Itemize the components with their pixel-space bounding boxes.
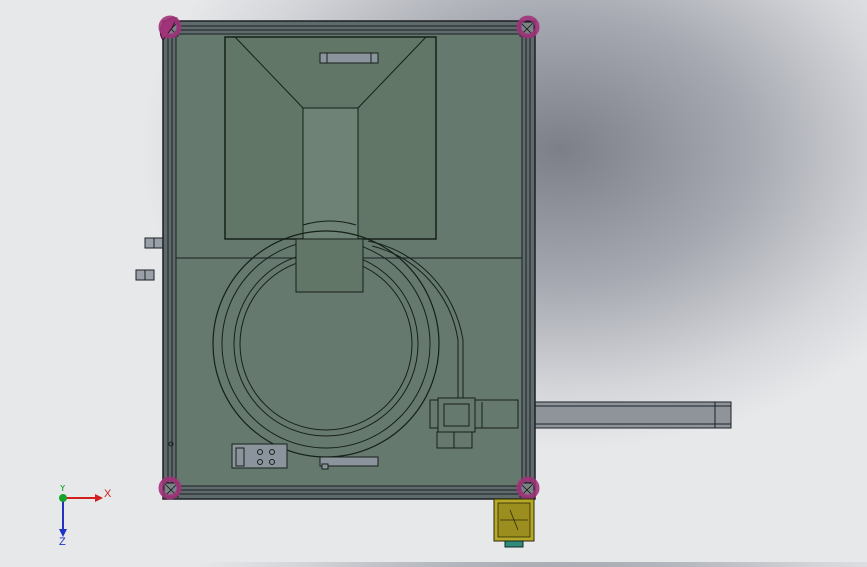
z-axis-label: Z — [59, 536, 66, 548]
left-bracket-lower — [135, 269, 155, 281]
x-axis-label: X — [104, 488, 112, 500]
orientation-triad: X Y Z — [59, 485, 112, 548]
hopper — [224, 36, 437, 240]
drive-motor — [493, 498, 535, 548]
conveyor-arm — [517, 401, 732, 429]
left-bracket-upper — [144, 237, 164, 249]
cad-viewport[interactable]: X Y Z — [0, 0, 867, 562]
model-drawing[interactable] — [0, 0, 867, 562]
y-axis-label: Y — [59, 485, 67, 494]
